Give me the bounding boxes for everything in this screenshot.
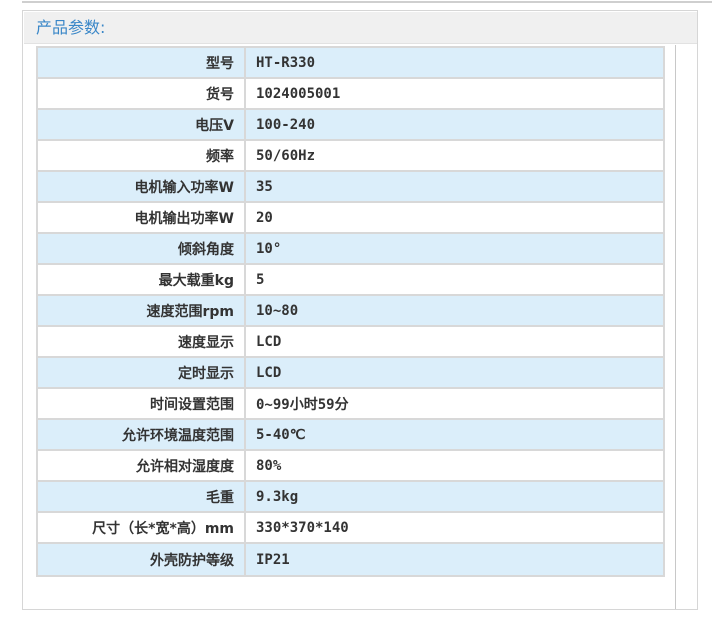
param-value: 9.3kg	[246, 482, 663, 513]
panel-header: 产品参数:	[24, 12, 697, 44]
table-row: 电机输入功率W 35	[38, 172, 663, 203]
param-value: 20	[246, 203, 663, 234]
param-value: 50/60Hz	[246, 141, 663, 172]
param-label: 电机输入功率W	[38, 172, 246, 203]
table-row: 倾斜角度 10°	[38, 234, 663, 265]
param-value: HT-R330	[246, 48, 663, 79]
param-label: 电压V	[38, 110, 246, 141]
param-label: 频率	[38, 141, 246, 172]
table-row: 外壳防护等级 IP21	[38, 544, 663, 575]
param-value: 1024005001	[246, 79, 663, 110]
param-value: LCD	[246, 327, 663, 358]
param-value: 35	[246, 172, 663, 203]
param-value: 10~80	[246, 296, 663, 327]
table-row: 货号 1024005001	[38, 79, 663, 110]
param-label: 定时显示	[38, 358, 246, 389]
param-label: 外壳防护等级	[38, 544, 246, 575]
param-label: 时间设置范围	[38, 389, 246, 420]
table-row: 电机输出功率W 20	[38, 203, 663, 234]
product-params-panel: 产品参数: 型号 HT-R330 货号 1024005001 电压V 100-240 频率 5…	[22, 10, 698, 610]
table-row: 毛重 9.3kg	[38, 482, 663, 513]
param-label: 允许相对湿度度	[38, 451, 246, 482]
params-table-body: 型号 HT-R330 货号 1024005001 电压V 100-240 频率 50/60Hz…	[38, 48, 663, 575]
param-value: 100-240	[246, 110, 663, 141]
param-value: 330*370*140	[246, 513, 663, 544]
param-value: 5-40℃	[246, 420, 663, 451]
panel-title: 产品参数:	[36, 18, 106, 37]
param-label: 允许环境温度范围	[38, 420, 246, 451]
param-value: 0~99小时59分	[246, 389, 663, 420]
param-value: IP21	[246, 544, 663, 575]
param-value: 80%	[246, 451, 663, 482]
table-row: 最大载重kg 5	[38, 265, 663, 296]
table-row: 频率 50/60Hz	[38, 141, 663, 172]
table-row: 速度显示 LCD	[38, 327, 663, 358]
param-label: 速度范围rpm	[38, 296, 246, 327]
panel-divider	[697, 45, 698, 609]
param-label: 货号	[38, 79, 246, 110]
param-label: 型号	[38, 48, 246, 79]
param-label: 最大载重kg	[38, 265, 246, 296]
table-row: 允许环境温度范围 5-40℃	[38, 420, 663, 451]
table-row: 型号 HT-R330	[38, 48, 663, 79]
table-row: 尺寸（长*宽*高）mm 330*370*140	[38, 513, 663, 544]
param-label: 速度显示	[38, 327, 246, 358]
param-value: LCD	[246, 358, 663, 389]
table-row: 允许相对湿度度 80%	[38, 451, 663, 482]
param-label: 尺寸（长*宽*高）mm	[38, 513, 246, 544]
param-label: 倾斜角度	[38, 234, 246, 265]
table-row: 时间设置范围 0~99小时59分	[38, 389, 663, 420]
params-table: 型号 HT-R330 货号 1024005001 电压V 100-240 频率 50/60Hz…	[36, 46, 665, 577]
top-divider	[22, 1, 712, 3]
table-row: 电压V 100-240	[38, 110, 663, 141]
param-value: 10°	[246, 234, 663, 265]
table-row: 定时显示 LCD	[38, 358, 663, 389]
panel-divider	[675, 45, 676, 609]
param-label: 毛重	[38, 482, 246, 513]
table-row: 速度范围rpm 10~80	[38, 296, 663, 327]
param-value: 5	[246, 265, 663, 296]
param-label: 电机输出功率W	[38, 203, 246, 234]
